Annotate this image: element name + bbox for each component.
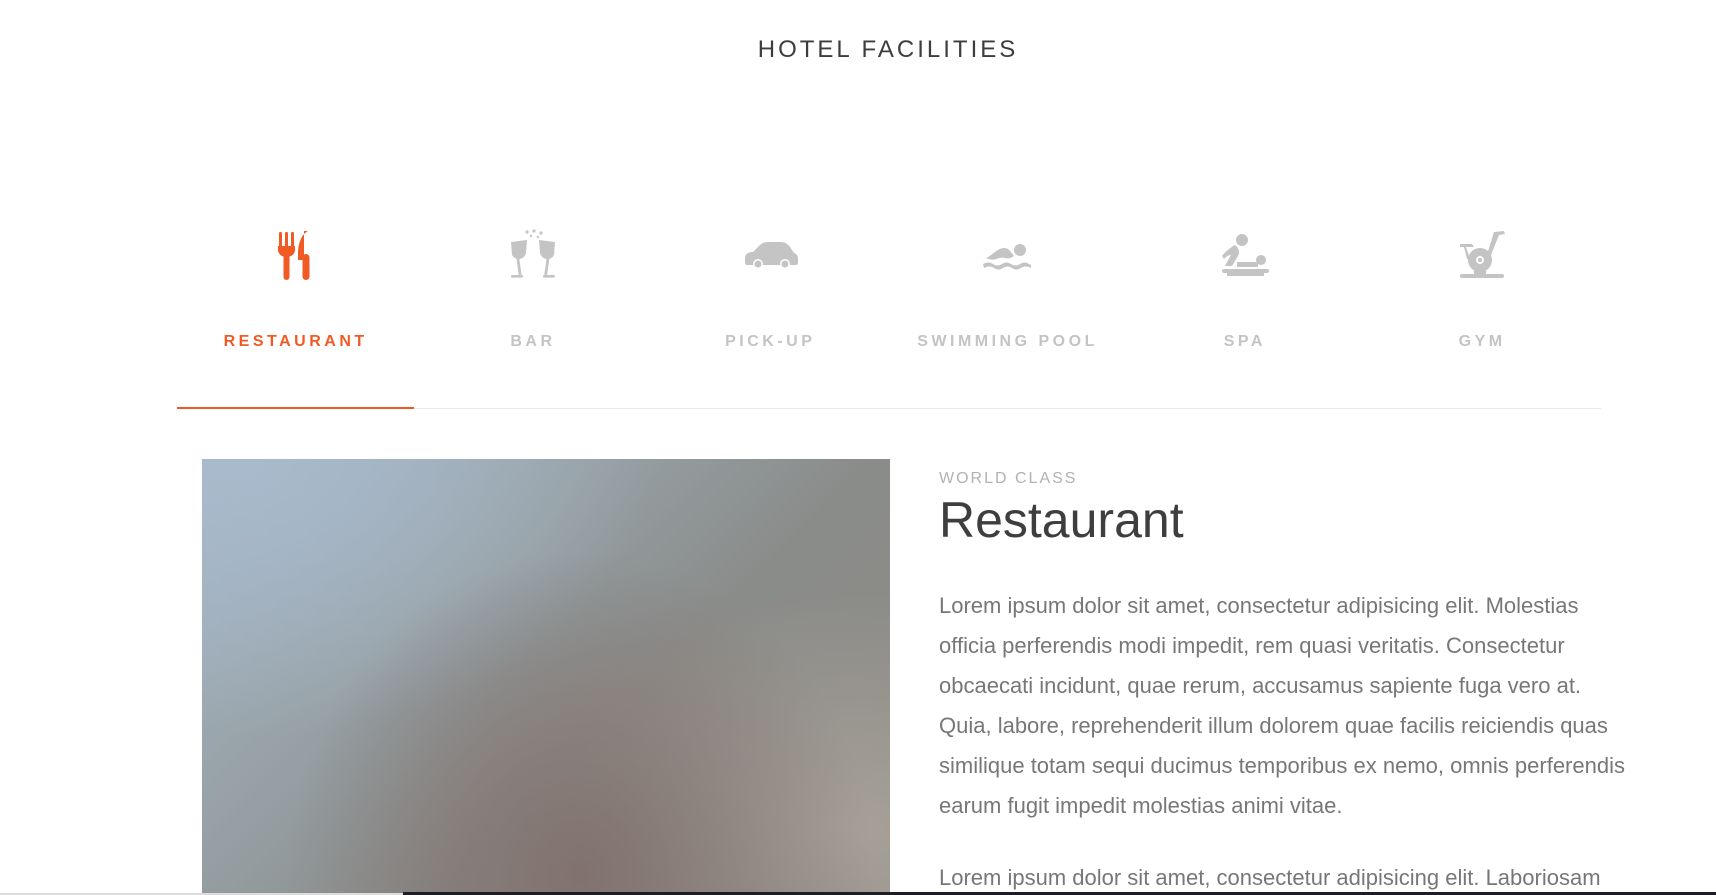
facility-paragraph: Lorem ipsum dolor sit amet, consectetur … <box>939 865 1601 890</box>
active-tab-indicator <box>177 407 414 409</box>
gym-icon <box>1454 228 1510 284</box>
car-icon <box>742 228 799 284</box>
section-title: HOTEL FACILITIES <box>757 36 1019 63</box>
spa-icon <box>1217 228 1273 284</box>
swimming-pool-icon <box>980 228 1036 284</box>
restaurant-image <box>202 459 890 895</box>
tab-label: SPA <box>1223 333 1266 350</box>
tab-label: PICK-UP <box>725 333 816 350</box>
tab-spa[interactable]: SPA <box>1126 210 1363 409</box>
tab-swimming-pool[interactable]: SWIMMING POOL <box>889 210 1126 409</box>
page: HOTEL FACILITIES RESTAURANT BAR PICK-UP … <box>0 0 1716 895</box>
tab-gym[interactable]: GYM <box>1363 210 1600 409</box>
facility-content: WORLD CLASS Restaurant Lorem ipsum dolor… <box>939 468 1639 895</box>
facility-paragraph: Lorem ipsum dolor sit amet, consectetur … <box>939 593 1625 818</box>
tab-label: RESTAURANT <box>223 333 368 350</box>
tab-label: SWIMMING POOL <box>917 333 1098 350</box>
facility-heading: Restaurant <box>939 492 1184 548</box>
tab-pick-up[interactable]: PICK-UP <box>652 210 889 409</box>
facility-tabs: RESTAURANT BAR PICK-UP SWIMMING POOL SPA… <box>177 210 1601 409</box>
tab-bar[interactable]: BAR <box>414 210 651 409</box>
bar-icon <box>505 228 561 284</box>
tab-restaurant[interactable]: RESTAURANT <box>177 210 414 409</box>
tab-label: GYM <box>1458 333 1506 350</box>
facility-eyebrow: WORLD CLASS <box>939 470 1078 487</box>
tab-label: BAR <box>510 333 556 350</box>
restaurant-icon <box>268 228 324 284</box>
